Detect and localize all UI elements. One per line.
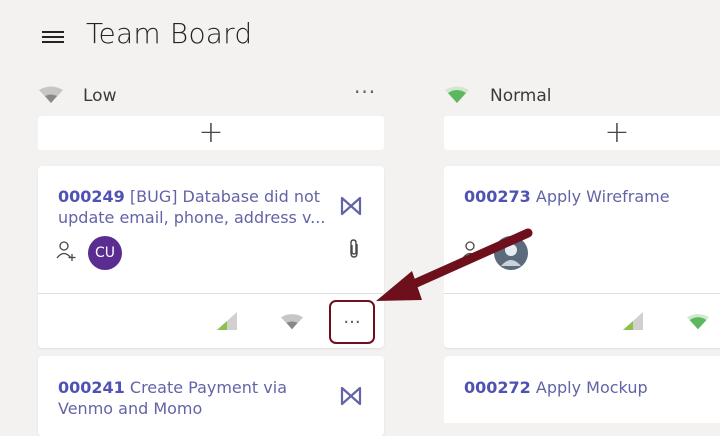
priority-low-icon [280,314,304,330]
card-title[interactable]: 000272 Apply Mockup [464,377,720,398]
add-card-button[interactable]: + [38,116,384,150]
card-title-text: Apply Mockup [535,378,648,397]
column-label-low: Low [83,86,117,106]
task-card[interactable]: 000241 Create Payment via Venmo and Momo [38,356,384,436]
priority-normal-icon [445,86,469,103]
avatar[interactable] [494,236,528,270]
card-title[interactable]: 000273 Apply Wireframe [464,186,720,207]
assign-user-icon[interactable] [56,240,78,262]
hamburger-menu-icon[interactable] [42,29,64,45]
card-id: 000249 [58,187,125,206]
card-title-text: [BUG] Database did not [129,187,321,206]
page-title: Team Board [86,17,253,50]
card-title-text-line2: Venmo and Momo [58,399,203,418]
column-low: Low ··· + 000249 [BUG] Database did not … [38,80,384,436]
card-title[interactable]: 000241 Create Payment via Venmo and Momo [58,377,328,419]
task-card[interactable]: 000249 [BUG] Database did not update ema… [38,166,384,348]
add-card-button[interactable]: + [444,116,720,150]
card-divider [38,293,384,294]
column-normal: Normal + 000273 Apply Wireframe 000272 A… [444,80,720,423]
priority-low-icon [39,86,63,103]
avatar[interactable]: CU [88,236,122,270]
card-more-button[interactable]: ··· [329,300,375,344]
task-card[interactable]: 000273 Apply Wireframe [444,166,720,348]
priority-normal-icon [686,314,710,330]
plus-icon: + [604,115,630,150]
task-card[interactable]: 000272 Apply Mockup [444,356,720,423]
bowtie-icon [340,386,362,406]
effort-icon [217,312,237,330]
card-divider [444,293,720,294]
attachment-icon[interactable] [346,238,362,260]
card-id: 000272 [464,378,531,397]
column-label-normal: Normal [490,86,552,106]
card-title-text: Apply Wireframe [535,187,670,206]
bowtie-icon [340,196,362,216]
assign-user-icon[interactable] [462,240,484,262]
effort-icon [623,312,643,330]
card-id: 000241 [58,378,125,397]
card-title[interactable]: 000249 [BUG] Database did not update ema… [58,186,328,228]
card-title-text-line2: update email, phone, address v... [58,208,326,227]
card-title-text: Create Payment via [129,378,287,397]
card-id: 000273 [464,187,531,206]
plus-icon: + [198,115,224,150]
column-more-button[interactable]: ··· [354,80,376,104]
